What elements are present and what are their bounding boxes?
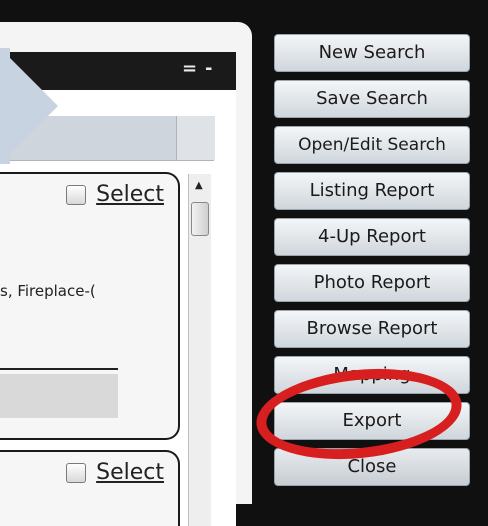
- new-search-button[interactable]: New Search: [274, 34, 470, 72]
- select-label[interactable]: Select: [96, 460, 164, 485]
- listing-report-button[interactable]: Listing Report: [274, 172, 470, 210]
- browse-report-button[interactable]: Browse Report: [274, 310, 470, 348]
- scroll-thumb[interactable]: [191, 202, 209, 236]
- select-row[interactable]: Select: [66, 182, 164, 207]
- select-row[interactable]: Select: [66, 460, 164, 485]
- select-checkbox[interactable]: [66, 184, 87, 205]
- close-button[interactable]: Close: [274, 448, 470, 486]
- mapping-button[interactable]: Mapping: [274, 356, 470, 394]
- save-search-button[interactable]: Save Search: [274, 80, 470, 118]
- menu-icon[interactable]: =: [182, 58, 197, 79]
- listing-card: Select s, Fireplace-(: [0, 172, 180, 440]
- scroll-up-icon[interactable]: ▲: [195, 180, 203, 191]
- pointer-arrow-icon: [0, 48, 58, 164]
- vertical-scrollbar[interactable]: ▲: [188, 174, 211, 526]
- listing-description: s, Fireplace-(: [0, 282, 96, 300]
- photo-report-button[interactable]: Photo Report: [274, 264, 470, 302]
- 4-up-report-button[interactable]: 4-Up Report: [274, 218, 470, 256]
- divider: [0, 368, 118, 370]
- column-header-end: [176, 116, 215, 160]
- open-edit-search-button[interactable]: Open/Edit Search: [274, 126, 470, 164]
- listing-field: [0, 374, 118, 418]
- export-button[interactable]: Export: [274, 402, 470, 440]
- listing-card: Select: [0, 450, 180, 526]
- select-label[interactable]: Select: [96, 182, 164, 207]
- minimize-icon[interactable]: -: [205, 58, 212, 79]
- select-checkbox[interactable]: [66, 462, 87, 483]
